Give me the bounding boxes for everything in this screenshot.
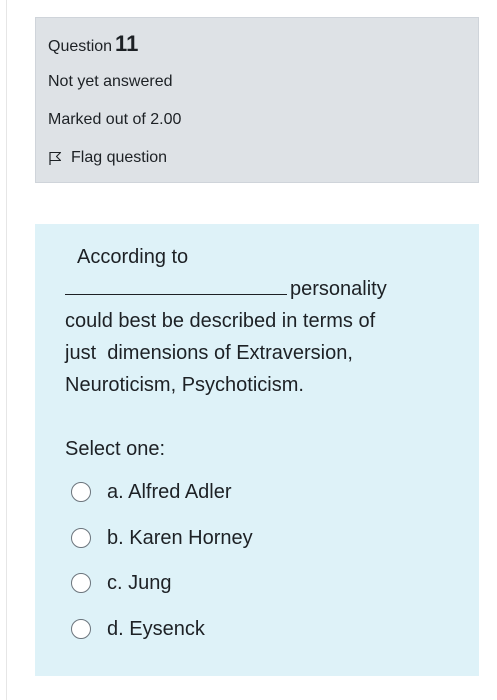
question-text-after-blank: personality [290,278,387,300]
radio-button-d[interactable] [71,619,91,639]
question-text-line4: just dimensions of Extraversion, [65,342,353,364]
fill-in-blank [65,276,287,295]
question-state: Not yet answered [48,73,173,90]
answer-option-d[interactable]: d. Eysenck [71,614,471,644]
answer-label-b[interactable]: b. Karen Horney [107,527,253,550]
flag-question-label: Flag question [71,149,168,166]
radio-button-b[interactable] [71,528,91,548]
answer-label-d[interactable]: d. Eysenck [107,618,205,641]
question-text-line1: According to [77,246,189,268]
flag-icon [48,151,62,165]
quiz-page: Question 11 Not yet answered Marked out o… [0,0,497,700]
question-text-line5: Neuroticism, Psychoticism. [65,374,304,396]
answer-option-c[interactable]: c. Jung [71,568,471,598]
answer-option-b[interactable]: b. Karen Horney [71,523,471,553]
question-text: According to personality could best be d… [65,241,445,401]
question-title: Question 11 [48,31,138,57]
question-content-panel: According to personality could best be d… [35,224,479,676]
page-divider [6,0,7,700]
question-info-panel: Question 11 Not yet answered Marked out o… [35,17,479,183]
question-text-line3: could best be described in terms of [65,310,376,332]
answer-label-c[interactable]: c. Jung [107,572,171,595]
answer-label-a[interactable]: a. Alfred Adler [107,481,232,504]
question-grade: Marked out of 2.00 [48,111,182,128]
answer-option-a[interactable]: a. Alfred Adler [71,477,471,507]
flag-question-link[interactable]: Flag question [48,149,167,167]
select-one-prompt: Select one: [65,438,166,460]
question-label: Question [48,38,113,55]
radio-button-c[interactable] [71,573,91,593]
question-text-line2: personality [65,273,445,305]
radio-button-a[interactable] [71,482,91,502]
question-number: 11 [115,31,139,56]
